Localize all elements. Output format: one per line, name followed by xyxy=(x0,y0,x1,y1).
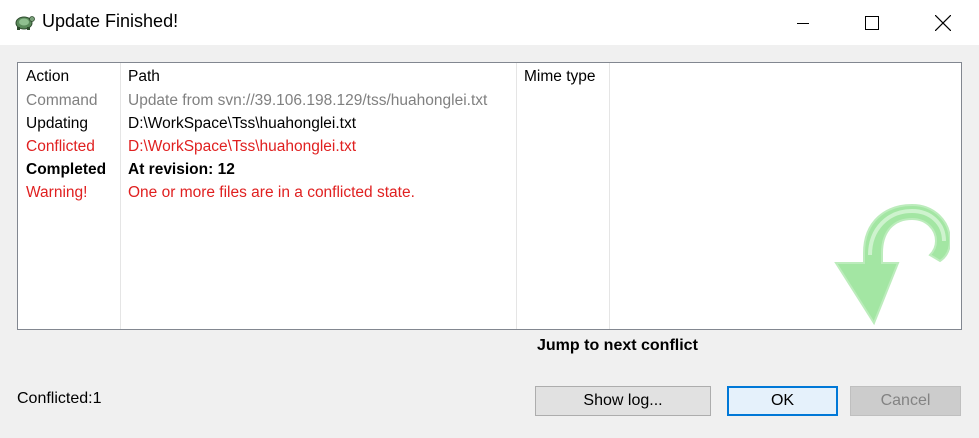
column-header-action[interactable]: Action xyxy=(26,68,69,86)
update-results-list[interactable]: Action Path Mime type Command Update fro… xyxy=(17,62,962,330)
tortoise-app-icon xyxy=(12,11,36,33)
column-header-mime-type[interactable]: Mime type xyxy=(524,68,596,86)
row-path: Update from svn://39.106.198.129/tss/hua… xyxy=(128,92,488,109)
jump-to-next-conflict-link[interactable]: Jump to next conflict xyxy=(537,337,698,355)
ok-button[interactable]: OK xyxy=(727,386,838,416)
list-row-updating[interactable]: Updating D:\WorkSpace\Tss\huahonglei.txt xyxy=(18,115,961,138)
window-title: Update Finished! xyxy=(42,11,179,31)
maximize-icon xyxy=(865,15,879,30)
row-action: Command xyxy=(26,92,98,109)
cancel-button[interactable]: Cancel xyxy=(850,386,961,416)
update-arrow-icon xyxy=(834,201,952,330)
list-row-command[interactable]: Command Update from svn://39.106.198.129… xyxy=(18,92,961,115)
row-path: One or more files are in a conflicted st… xyxy=(128,184,415,201)
row-action: Conflicted xyxy=(26,138,95,155)
close-button[interactable] xyxy=(920,0,966,45)
column-header-path[interactable]: Path xyxy=(128,68,160,86)
list-row-completed[interactable]: Completed At revision: 12 xyxy=(18,161,961,184)
row-action: Warning! xyxy=(26,184,88,201)
minimize-icon xyxy=(797,22,809,24)
row-path: D:\WorkSpace\Tss\huahonglei.txt xyxy=(128,115,357,132)
close-icon xyxy=(935,14,951,31)
minimize-button[interactable] xyxy=(780,0,826,45)
title-bar: Update Finished! xyxy=(0,0,979,45)
maximize-button[interactable] xyxy=(849,0,895,45)
row-action: Completed xyxy=(26,161,107,178)
row-path: At revision: 12 xyxy=(128,161,235,178)
row-action: Updating xyxy=(26,115,89,132)
list-row-warning[interactable]: Warning! One or more files are in a conf… xyxy=(18,184,961,207)
show-log-button[interactable]: Show log... xyxy=(535,386,711,416)
list-row-conflicted[interactable]: Conflicted D:\WorkSpace\Tss\huahonglei.t… xyxy=(18,138,961,161)
conflict-count-status: Conflicted:1 xyxy=(17,390,102,407)
row-path: D:\WorkSpace\Tss\huahonglei.txt xyxy=(128,138,357,155)
